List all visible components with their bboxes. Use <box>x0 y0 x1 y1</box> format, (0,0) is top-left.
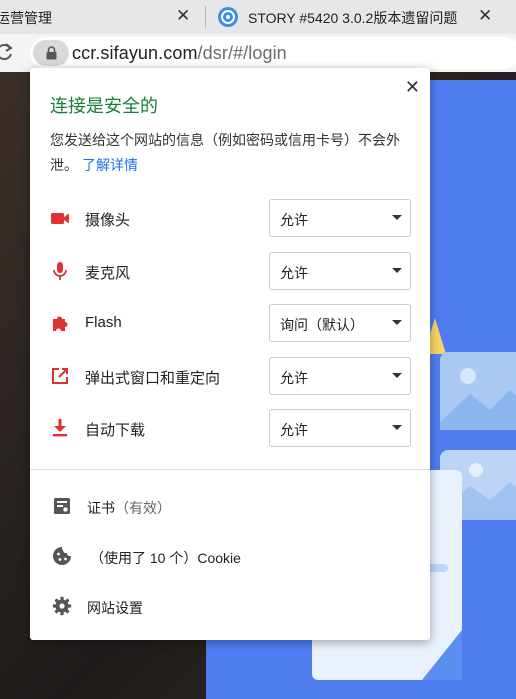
reload-icon[interactable] <box>0 42 14 62</box>
select-value: 允许 <box>280 265 308 281</box>
camera-icon <box>50 208 70 228</box>
tab-title: STORY #5420 3.0.2版本遗留问题 <box>248 10 458 26</box>
permission-label: Flash <box>85 314 122 331</box>
puzzle-icon <box>50 313 70 333</box>
download-icon <box>50 418 70 438</box>
popups-permission-select[interactable]: 允许 <box>269 357 411 395</box>
select-value: 询问（默认） <box>280 317 364 333</box>
select-value: 允许 <box>280 212 308 228</box>
connection-description: 您发送给这个网站的信息（例如密码或信用卡号）不会外泄。 了解详情 <box>50 128 415 178</box>
url-host: ccr.sifayun.com <box>72 43 198 63</box>
close-icon[interactable]: ✕ <box>405 77 420 98</box>
certificate-text: 证书 <box>87 500 115 516</box>
site-settings-row[interactable]: 网站设置 <box>30 588 430 624</box>
cookies-label: （使用了 10 个）Cookie <box>90 550 241 566</box>
learn-more-link[interactable]: 了解详情 <box>82 157 138 173</box>
permission-row-downloads: 自动下载 允许 <box>30 409 430 447</box>
chevron-down-icon <box>392 425 402 430</box>
chevron-down-icon <box>392 215 402 220</box>
permission-label: 麦克风 <box>85 265 131 282</box>
illustration-image-card <box>440 352 516 430</box>
permission-row-popups: 弹出式窗口和重定向 允许 <box>30 357 430 395</box>
downloads-permission-select[interactable]: 允许 <box>269 409 411 447</box>
tab-favicon-icon <box>217 6 239 28</box>
close-icon[interactable]: ✕ <box>478 6 492 26</box>
microphone-icon <box>50 261 70 281</box>
lock-icon <box>46 46 57 60</box>
url-path: /dsr/#/login <box>197 43 287 63</box>
permission-row-microphone: 麦克风 允许 <box>30 252 430 290</box>
permission-row-camera: 摄像头 允许 <box>30 199 430 237</box>
chevron-down-icon <box>392 320 402 325</box>
site-info-button[interactable] <box>33 40 69 66</box>
site-settings-label: 网站设置 <box>87 600 143 616</box>
close-icon[interactable]: ✕ <box>176 6 190 26</box>
permission-label: 摄像头 <box>85 212 131 229</box>
cookie-icon <box>52 546 72 566</box>
site-info-popup: ✕ 连接是安全的 您发送给这个网站的信息（例如密码或信用卡号）不会外泄。 了解详情… <box>30 68 430 640</box>
url-text: ccr.sifayun.com/dsr/#/login <box>72 43 287 64</box>
chevron-down-icon <box>392 268 402 273</box>
open-in-new-icon <box>50 366 70 386</box>
permission-row-flash: Flash 询问（默认） <box>30 304 430 342</box>
divider <box>30 469 430 470</box>
certificate-label: 证书（有效） <box>87 498 171 518</box>
camera-permission-select[interactable]: 允许 <box>269 199 411 237</box>
select-value: 允许 <box>280 422 308 438</box>
certificate-row[interactable]: 证书（有效） <box>30 488 430 524</box>
tab-story[interactable]: STORY #5420 3.0.2版本遗留问题 ✕ <box>206 0 516 34</box>
toolbar: ccr.sifayun.com/dsr/#/login <box>0 34 516 72</box>
permission-label: 自动下载 <box>85 422 146 439</box>
certificate-status: （有效） <box>115 500 171 516</box>
tab-operations[interactable]: 运营管理 ✕ <box>0 0 200 34</box>
connection-secure-title: 连接是安全的 <box>50 96 158 116</box>
tab-title: 运营管理 <box>0 10 52 26</box>
permission-label: 弹出式窗口和重定向 <box>85 370 221 387</box>
flash-permission-select[interactable]: 询问（默认） <box>269 304 411 342</box>
microphone-permission-select[interactable]: 允许 <box>269 252 411 290</box>
tab-strip: 运营管理 ✕ STORY #5420 3.0.2版本遗留问题 ✕ <box>0 0 516 34</box>
cookies-row[interactable]: （使用了 10 个）Cookie <box>30 538 430 574</box>
select-value: 允许 <box>280 370 308 386</box>
gear-icon <box>52 596 72 616</box>
chevron-down-icon <box>392 373 402 378</box>
address-bar[interactable]: ccr.sifayun.com/dsr/#/login <box>30 37 516 69</box>
certificate-icon <box>52 496 72 516</box>
